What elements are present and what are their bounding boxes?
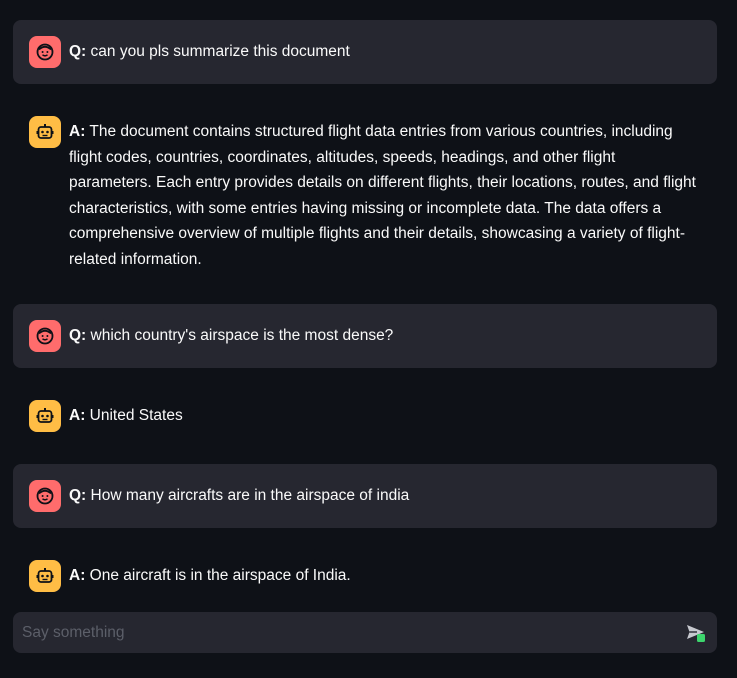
message-text: Q: which country's airspace is the most … bbox=[69, 320, 393, 349]
send-icon bbox=[687, 625, 705, 642]
assistant-avatar bbox=[29, 400, 61, 432]
message-content: One aircraft is in the airspace of India… bbox=[89, 567, 351, 584]
smiley-face-icon bbox=[36, 43, 54, 61]
message-prefix: A: bbox=[69, 567, 86, 584]
message-prefix: A: bbox=[69, 123, 86, 140]
message-content: can you pls summarize this document bbox=[90, 43, 350, 60]
message-content: United States bbox=[89, 407, 183, 424]
smiley-face-icon bbox=[36, 327, 54, 345]
user-avatar bbox=[29, 320, 61, 352]
message-text: Q: can you pls summarize this document bbox=[69, 36, 350, 65]
assistant-avatar bbox=[29, 560, 61, 592]
smiley-face-icon bbox=[36, 487, 54, 505]
robot-icon bbox=[36, 568, 54, 583]
chat-input[interactable] bbox=[13, 612, 673, 653]
user-message: Q: which country's airspace is the most … bbox=[13, 304, 717, 368]
assistant-message: A: One aircraft is in the airspace of In… bbox=[13, 544, 717, 608]
message-prefix: Q: bbox=[69, 327, 87, 344]
chat-container: Q: can you pls summarize this document A… bbox=[13, 20, 717, 624]
user-avatar bbox=[29, 36, 61, 68]
message-content: The document contains structured flight … bbox=[69, 123, 696, 268]
user-avatar bbox=[29, 480, 61, 512]
message-content: which country's airspace is the most den… bbox=[90, 327, 394, 344]
message-text: A: United States bbox=[69, 400, 183, 429]
message-prefix: A: bbox=[69, 407, 86, 424]
message-text: A: One aircraft is in the airspace of In… bbox=[69, 560, 351, 589]
assistant-avatar bbox=[29, 116, 61, 148]
message-text: Q: How many aircrafts are in the airspac… bbox=[69, 480, 409, 509]
chat-input-bar bbox=[13, 612, 717, 653]
user-message: Q: How many aircrafts are in the airspac… bbox=[13, 464, 717, 528]
robot-icon bbox=[36, 408, 54, 423]
message-prefix: Q: bbox=[69, 487, 87, 504]
message-text: A: The document contains structured flig… bbox=[69, 116, 701, 272]
assistant-message: A: The document contains structured flig… bbox=[13, 100, 717, 288]
message-content: How many aircrafts are in the airspace o… bbox=[90, 487, 410, 504]
user-message: Q: can you pls summarize this document bbox=[13, 20, 717, 84]
robot-icon bbox=[36, 124, 54, 139]
send-button[interactable] bbox=[685, 622, 707, 644]
assistant-message: A: United States bbox=[13, 384, 717, 448]
message-prefix: Q: bbox=[69, 43, 87, 60]
